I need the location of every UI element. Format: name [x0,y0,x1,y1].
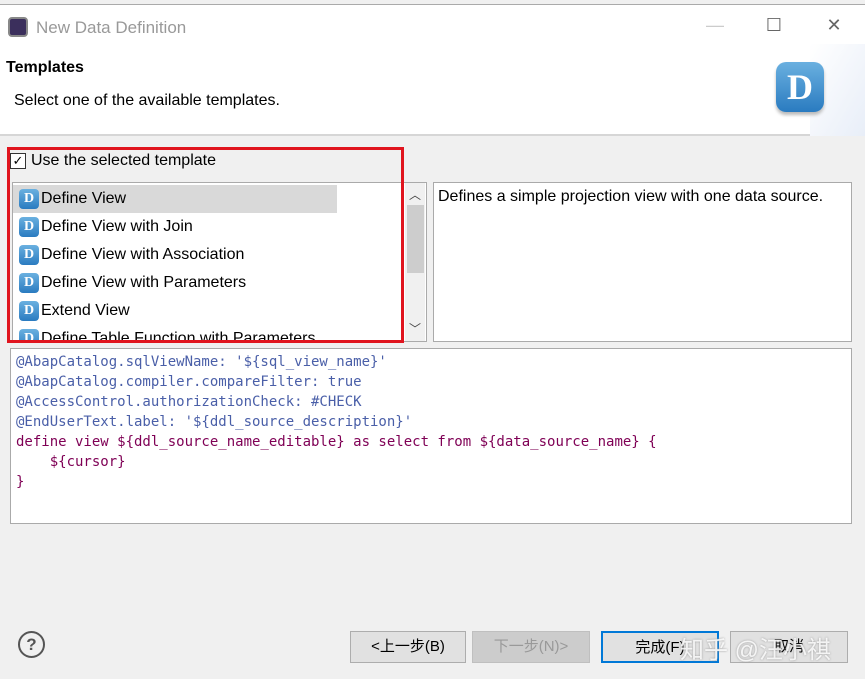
app-icon [8,17,28,37]
close-button[interactable]: ✕ [819,15,849,36]
code-line: ${cursor} [16,454,126,470]
template-description: Defines a simple projection view with on… [433,182,852,342]
code-line: define view ${ddl_source_name_editable} … [16,434,657,450]
page-title: Templates [6,59,84,76]
maximize-button[interactable]: ☐ [759,15,789,36]
code-line: @EndUserText.label: '${ddl_source_descri… [16,414,413,430]
cancel-button[interactable]: 取消 [730,631,848,663]
wizard-header: Templates Select one of the available te… [0,44,865,136]
scroll-down-icon[interactable]: ﹀ [405,320,425,337]
minimize-button[interactable]: — [700,15,730,36]
next-button[interactable]: 下一步(N)> [472,631,590,663]
code-line: @AbapCatalog.sqlViewName: '${sql_view_na… [16,354,387,370]
code-line: @AccessControl.authorizationCheck: #CHEC… [16,394,362,410]
code-line: } [16,474,25,490]
scrollbar-thumb[interactable] [407,205,424,273]
ddl-logo-icon: D [776,62,824,112]
help-icon[interactable]: ? [18,631,45,658]
page-subtitle: Select one of the available templates. [14,92,280,109]
highlight-annotation-box [7,147,404,343]
finish-button[interactable]: 完成(F) [601,631,719,663]
scroll-up-icon[interactable]: ︿ [405,186,425,203]
window-title: New Data Definition [36,18,187,37]
title-bar: New Data Definition — ☐ ✕ [0,4,865,44]
code-line: @AbapCatalog.compiler.compareFilter: tru… [16,374,362,390]
template-preview: @AbapCatalog.sqlViewName: '${sql_view_na… [10,348,852,524]
back-button[interactable]: <上一步(B) [350,631,466,663]
